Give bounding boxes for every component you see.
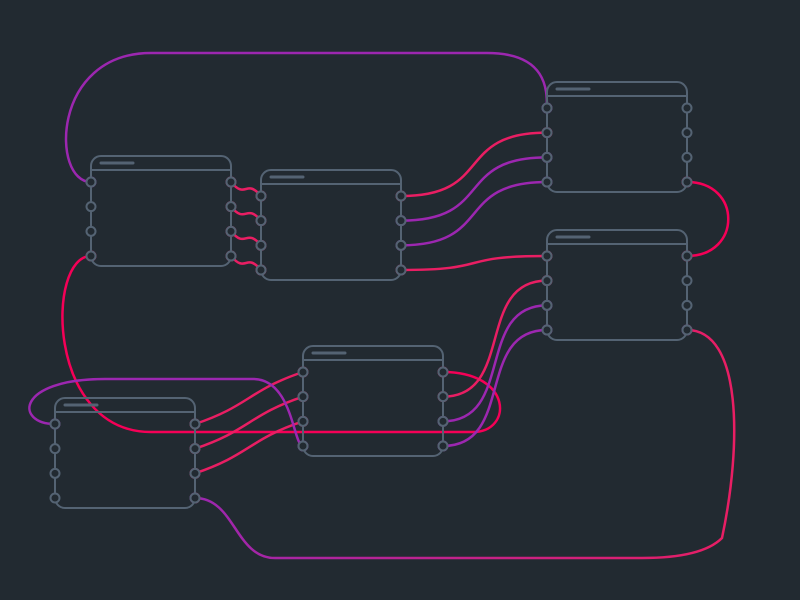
connection (443, 330, 547, 446)
port-right (227, 202, 236, 211)
port-left (543, 128, 552, 137)
port-left (87, 227, 96, 236)
port-right (683, 326, 692, 335)
port-right (439, 442, 448, 451)
port-right (397, 216, 406, 225)
connection (687, 182, 728, 256)
port-right (227, 178, 236, 187)
port-left (87, 202, 96, 211)
connection (195, 330, 734, 558)
window-frame (547, 82, 687, 192)
port-right (191, 420, 200, 429)
port-left (51, 469, 60, 478)
port-right (683, 104, 692, 113)
port-right (191, 494, 200, 503)
port-right (683, 128, 692, 137)
window-frame (261, 170, 401, 280)
window-node (543, 82, 692, 192)
port-right (227, 227, 236, 236)
port-left (543, 276, 552, 285)
port-right (191, 444, 200, 453)
port-left (257, 266, 266, 275)
port-right (439, 368, 448, 377)
port-left (257, 192, 266, 201)
port-right (191, 469, 200, 478)
port-right (397, 241, 406, 250)
connections-layer (29, 53, 734, 558)
windows-layer (51, 82, 692, 508)
connection (401, 157, 547, 220)
port-left (543, 326, 552, 335)
window-node (51, 398, 200, 508)
connection (443, 281, 547, 397)
port-left (257, 241, 266, 250)
port-left (299, 368, 308, 377)
diagram-canvas (0, 0, 800, 600)
port-left (51, 494, 60, 503)
port-right (397, 192, 406, 201)
window-frame (547, 230, 687, 340)
port-left (87, 178, 96, 187)
connection (401, 256, 547, 270)
connection (195, 421, 303, 473)
connection (443, 305, 547, 421)
port-right (683, 301, 692, 310)
port-right (439, 392, 448, 401)
window-frame (91, 156, 231, 266)
port-left (543, 252, 552, 261)
port-left (51, 444, 60, 453)
port-right (683, 153, 692, 162)
connection (401, 133, 547, 196)
port-left (87, 252, 96, 261)
port-right (397, 266, 406, 275)
port-left (299, 392, 308, 401)
connection (401, 182, 547, 245)
window-node (257, 170, 406, 280)
port-right (683, 276, 692, 285)
port-left (299, 442, 308, 451)
port-left (543, 104, 552, 113)
port-left (543, 153, 552, 162)
window-frame (55, 398, 195, 508)
port-left (543, 301, 552, 310)
port-left (543, 178, 552, 187)
port-right (683, 252, 692, 261)
port-left (299, 417, 308, 426)
window-node (87, 156, 236, 266)
port-right (439, 417, 448, 426)
port-right (683, 178, 692, 187)
window-frame (303, 346, 443, 456)
window-node (543, 230, 692, 340)
port-left (257, 216, 266, 225)
port-left (51, 420, 60, 429)
port-right (227, 252, 236, 261)
window-node (299, 346, 448, 456)
